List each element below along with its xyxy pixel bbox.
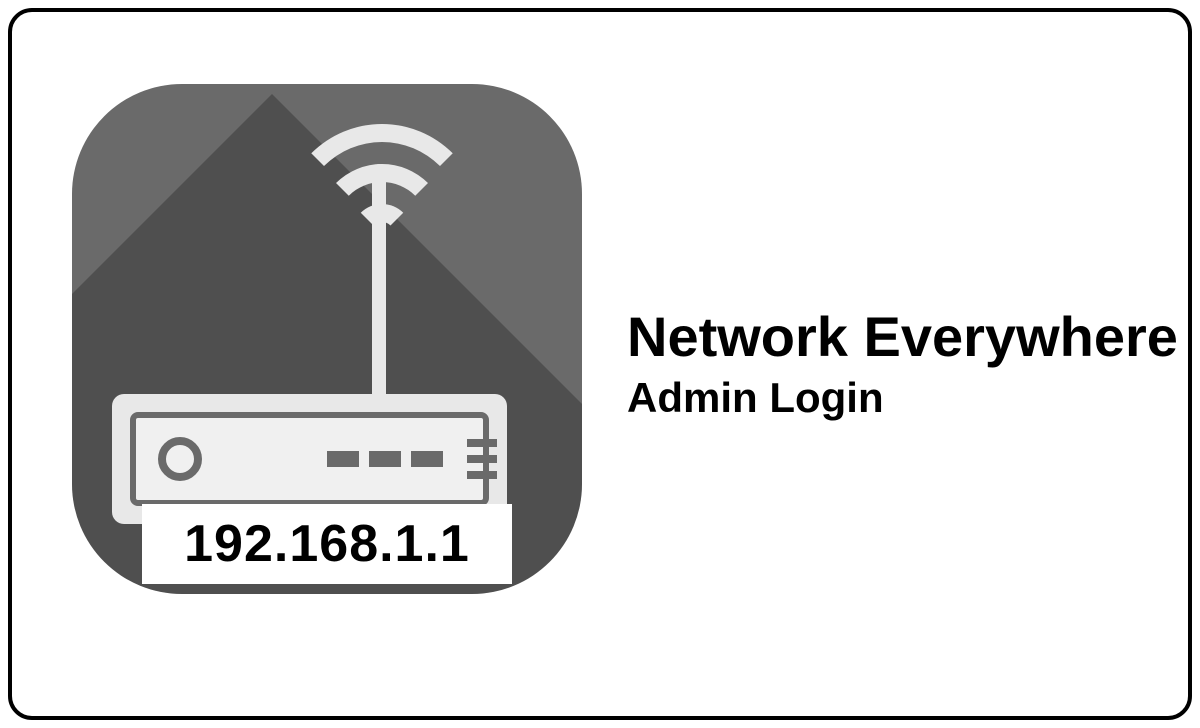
port-icon	[327, 451, 359, 467]
port-icon	[369, 451, 401, 467]
text-block: Network Everywhere Admin Login	[627, 306, 1178, 422]
router-led-icon	[158, 437, 202, 481]
vent-line	[467, 455, 497, 463]
port-icon	[411, 451, 443, 467]
router-panel	[130, 412, 489, 506]
main-frame: 192.168.1.1 Network Everywhere Admin Log…	[8, 8, 1192, 720]
page-title: Network Everywhere	[627, 306, 1178, 368]
router-vents	[467, 439, 497, 479]
router-ports	[327, 451, 443, 467]
page-subtitle: Admin Login	[627, 374, 1178, 422]
vent-line	[467, 439, 497, 447]
vent-line	[467, 471, 497, 479]
ip-address-label: 192.168.1.1	[142, 504, 512, 584]
router-antenna	[372, 164, 386, 394]
router-icon-container: 192.168.1.1	[72, 84, 582, 644]
